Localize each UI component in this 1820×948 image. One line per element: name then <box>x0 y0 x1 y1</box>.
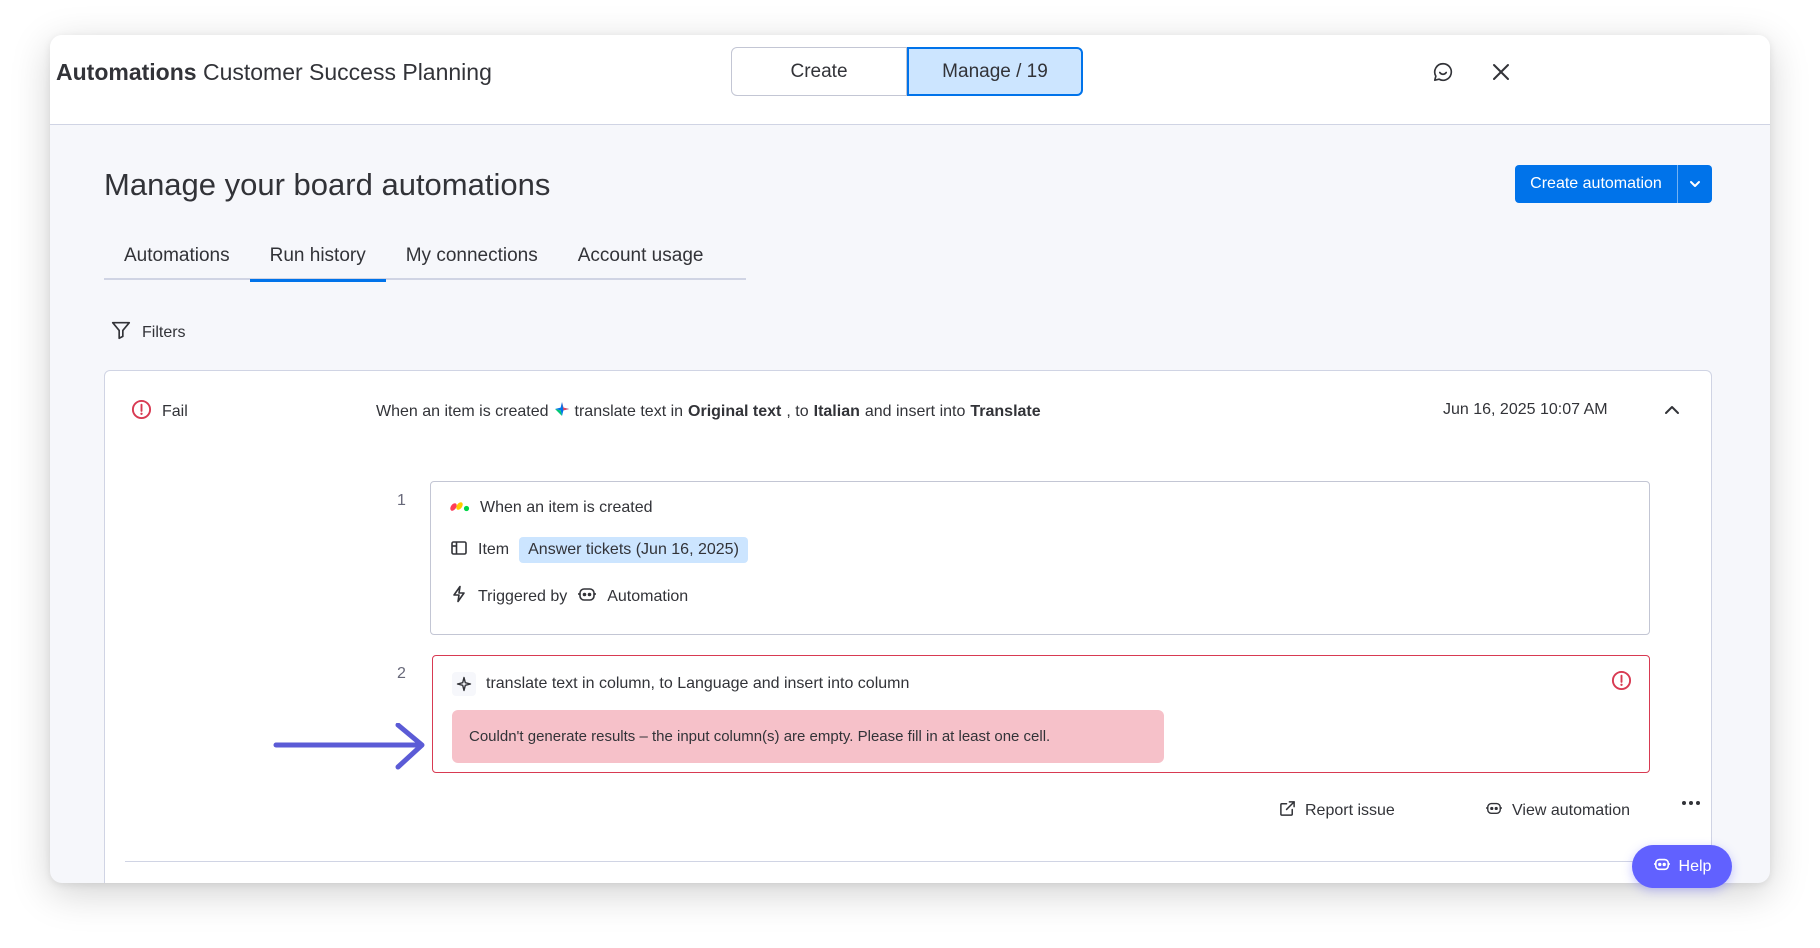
filter-icon <box>110 319 132 346</box>
error-message: Couldn't generate results – the input co… <box>452 710 1164 763</box>
run-status: Fail <box>131 399 188 425</box>
external-link-icon <box>1279 800 1296 822</box>
entry-divider <box>125 861 1695 862</box>
triggered-by-label: Triggered by <box>478 587 568 605</box>
chevron-up-icon[interactable] <box>1663 401 1681 424</box>
dialog-title: Automations Customer Success Planning <box>56 59 492 86</box>
item-label: Item <box>478 541 510 558</box>
ai-sparkle-icon <box>554 401 570 422</box>
manage-tab-button[interactable]: Manage / 19 <box>907 47 1083 96</box>
close-icon[interactable] <box>1488 59 1514 85</box>
lightning-icon <box>450 585 468 608</box>
error-icon <box>131 399 152 425</box>
dialog-header: Automations Customer Success Planning Cr… <box>50 35 1770 125</box>
create-automation-label[interactable]: Create automation <box>1515 165 1678 203</box>
tab-my-connections[interactable]: My connections <box>386 235 558 280</box>
robot-icon <box>577 585 597 608</box>
run-action-text: translate text in <box>574 402 684 420</box>
mode-switch: Create Manage / 19 <box>731 47 1083 96</box>
filters-button[interactable]: Filters <box>110 319 186 346</box>
run-source-column: Original text <box>688 402 782 420</box>
run-timestamp: Jun 16, 2025 10:07 AM <box>1443 401 1608 418</box>
step-trigger-row: When an item is created <box>450 498 653 517</box>
tab-automations[interactable]: Automations <box>104 235 250 280</box>
help-label: Help <box>1678 857 1712 875</box>
status-label: Fail <box>162 403 188 420</box>
view-automation-button[interactable]: View automation <box>1485 800 1630 821</box>
tab-bar: Automations Run history My connections A… <box>104 235 746 282</box>
page-title: Manage your board automations <box>104 167 551 202</box>
run-insert-text: and insert into <box>864 402 966 420</box>
item-chip[interactable]: Answer tickets (Jun 16, 2025) <box>519 537 748 563</box>
robot-icon <box>1485 800 1503 821</box>
annotation-arrow-icon <box>272 722 432 788</box>
feedback-icon[interactable] <box>1430 59 1456 85</box>
ai-sparkle-icon <box>452 672 476 696</box>
step-title: translate text in column, to Language an… <box>486 675 910 692</box>
more-options-icon[interactable] <box>1681 800 1701 806</box>
robot-icon <box>1653 856 1671 877</box>
report-issue-button[interactable]: Report issue <box>1279 800 1395 822</box>
item-icon <box>450 539 468 562</box>
run-language: Italian <box>813 402 860 420</box>
run-history-entry: Fail When an item is created translate t… <box>104 370 1712 883</box>
run-target-column: Translate <box>970 402 1041 420</box>
step-card-action-failed: translate text in column, to Language an… <box>432 655 1650 773</box>
report-issue-label: Report issue <box>1305 802 1395 819</box>
step-item-row: Item Answer tickets (Jun 16, 2025) <box>450 537 748 563</box>
step-card-trigger: When an item is created Item Answer tick… <box>430 481 1650 635</box>
help-button[interactable]: Help <box>1632 845 1732 888</box>
create-automation-button[interactable]: Create automation <box>1515 165 1712 203</box>
monday-logo-icon <box>450 498 470 517</box>
create-tab-button[interactable]: Create <box>731 47 907 96</box>
run-description: When an item is created translate text i… <box>376 401 1041 422</box>
board-name: Customer Success Planning <box>202 59 492 85</box>
error-icon <box>1611 670 1632 696</box>
view-automation-label: View automation <box>1512 801 1630 819</box>
step-number: 1 <box>397 492 406 509</box>
tab-run-history[interactable]: Run history <box>249 235 386 282</box>
app-name: Automations <box>56 59 197 85</box>
run-separator: , to <box>786 402 809 420</box>
step-triggered-row: Triggered by Automation <box>450 585 688 608</box>
run-trigger-text: When an item is created <box>376 402 549 420</box>
triggered-by-value: Automation <box>607 587 689 605</box>
tab-account-usage[interactable]: Account usage <box>558 235 724 280</box>
chevron-down-icon[interactable] <box>1678 165 1712 203</box>
filters-label: Filters <box>142 323 186 341</box>
step-number: 2 <box>397 665 406 682</box>
step-title: When an item is created <box>480 498 653 516</box>
step-action-row: translate text in column, to Language an… <box>452 672 909 696</box>
